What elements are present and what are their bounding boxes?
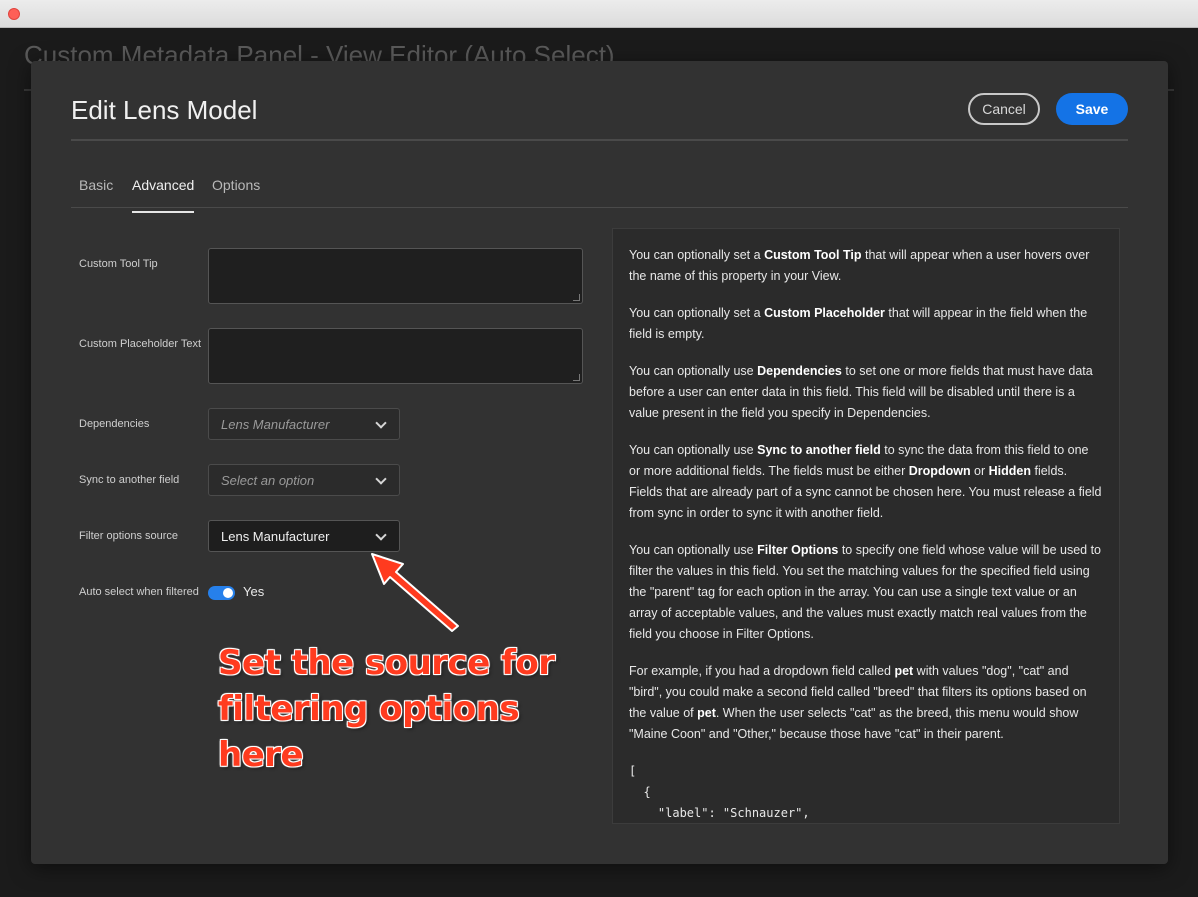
help-paragraph-tooltip: You can optionally set a Custom Tool Tip… (629, 248, 1090, 283)
auto-select-label: Auto select when filtered (79, 586, 199, 598)
window-titlebar (0, 0, 1198, 28)
custom-placeholder-input[interactable] (208, 328, 583, 384)
annotation-arrow-icon (371, 553, 459, 632)
save-button[interactable]: Save (1056, 93, 1128, 125)
toggle-knob (223, 588, 233, 598)
sync-field-label: Sync to another field (79, 474, 180, 486)
help-paragraph-dependencies: You can optionally use Dependencies to s… (629, 364, 1093, 420)
help-paragraph-placeholder: You can optionally set a Custom Placehol… (629, 306, 1088, 341)
auto-select-state: Yes (243, 584, 265, 599)
tab-basic[interactable]: Basic (79, 177, 113, 211)
help-paragraph-example: For example, if you had a dropdown field… (629, 664, 1087, 741)
cancel-button[interactable]: Cancel (968, 93, 1040, 125)
dialog-title: Edit Lens Model (71, 95, 258, 125)
sync-field-select[interactable]: Select an option (208, 464, 400, 496)
header-divider (71, 139, 1128, 141)
tab-options[interactable]: Options (212, 177, 260, 211)
help-paragraph-sync: You can optionally use Sync to another f… (629, 443, 1102, 520)
window-title (560, 0, 760, 6)
window-close-icon[interactable] (8, 8, 20, 20)
dependencies-label: Dependencies (79, 418, 150, 430)
dependencies-select[interactable]: Lens Manufacturer (208, 408, 400, 440)
tab-advanced[interactable]: Advanced (132, 177, 195, 213)
custom-placeholder-label: Custom Placeholder Text (79, 338, 202, 350)
resize-grip-icon[interactable] (573, 294, 580, 301)
filter-source-label: Filter options source (79, 530, 179, 542)
tabs-divider (71, 207, 1128, 208)
dependencies-value: Lens Manufacturer (221, 416, 330, 432)
chevron-down-icon (375, 417, 387, 429)
help-code-example: [ { "label": "Schnauzer", "value": "schn… (629, 764, 810, 820)
sync-field-value: Select an option (221, 472, 315, 488)
annotation-callout: Set the source for filtering options her… (218, 643, 555, 775)
chevron-down-icon (375, 473, 387, 485)
chevron-down-icon (375, 529, 387, 541)
help-paragraph-filter: You can optionally use Filter Options to… (629, 543, 1102, 641)
custom-tooltip-input[interactable] (208, 248, 583, 304)
tab-bar: Basic Advanced Options (71, 165, 1128, 213)
resize-grip-icon[interactable] (573, 374, 580, 381)
custom-tooltip-label: Custom Tool Tip (79, 258, 158, 270)
auto-select-toggle[interactable] (208, 586, 235, 600)
help-panel: You can optionally set a Custom Tool Tip… (612, 228, 1120, 824)
filter-source-value: Lens Manufacturer (221, 528, 330, 544)
